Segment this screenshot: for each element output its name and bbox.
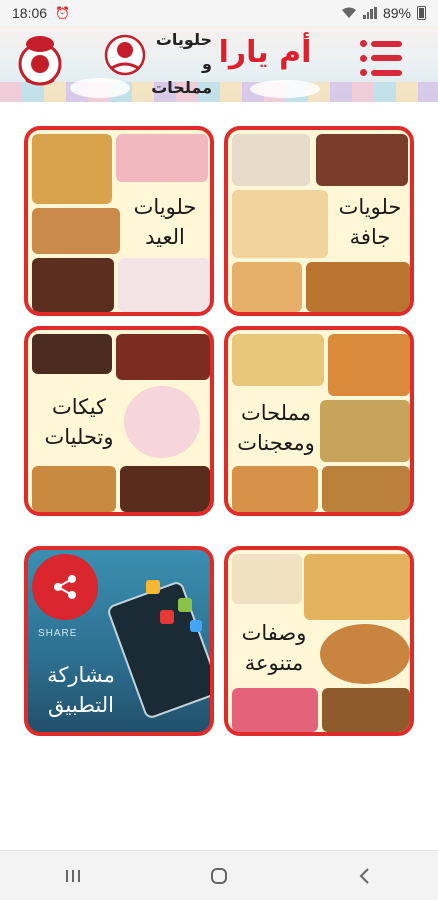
system-nav-bar bbox=[0, 850, 438, 900]
category-label: حلويات جافة bbox=[338, 195, 402, 249]
food-photo bbox=[120, 466, 210, 512]
header-plate bbox=[250, 80, 320, 98]
food-photo bbox=[116, 134, 208, 182]
app-subtitle: حلويات و مملحات bbox=[146, 28, 212, 100]
signal-icon bbox=[362, 7, 377, 19]
food-photo bbox=[232, 688, 318, 732]
food-photo bbox=[328, 334, 410, 396]
food-photo bbox=[320, 400, 410, 462]
food-photo bbox=[316, 134, 408, 186]
food-photo bbox=[232, 190, 328, 258]
food-photo bbox=[32, 134, 112, 204]
food-photo bbox=[232, 334, 324, 386]
home-icon[interactable] bbox=[199, 856, 239, 896]
battery-percent: 89% bbox=[382, 5, 411, 21]
food-photo bbox=[320, 624, 410, 684]
subtitle-line: و مملحات bbox=[151, 54, 212, 97]
category-label: حلويات العيد bbox=[133, 195, 197, 249]
food-photo bbox=[322, 466, 410, 512]
category-label: مملحات ومعجنات bbox=[237, 401, 315, 455]
food-photo bbox=[116, 334, 210, 380]
food-photo bbox=[322, 688, 410, 732]
back-icon[interactable] bbox=[345, 856, 385, 896]
share-app-card[interactable]: SHARE مشاركة التطبيق bbox=[24, 546, 214, 736]
share-icon bbox=[32, 554, 98, 620]
food-photo bbox=[304, 554, 410, 620]
food-photo bbox=[118, 258, 210, 312]
wifi-icon bbox=[341, 7, 356, 18]
food-photo bbox=[306, 262, 410, 312]
chef-logo bbox=[16, 34, 64, 88]
food-photo bbox=[32, 208, 120, 254]
recents-icon[interactable] bbox=[53, 856, 93, 896]
category-label: مشاركة التطبيق bbox=[47, 663, 115, 717]
app-icon-decoration bbox=[190, 620, 202, 632]
food-photo bbox=[32, 466, 116, 512]
food-photo bbox=[232, 554, 302, 604]
subtitle-line: حلويات bbox=[155, 30, 212, 49]
category-label: وصفات متنوعة bbox=[241, 621, 307, 675]
category-card-dry-sweets[interactable]: حلويات جافة bbox=[224, 126, 414, 316]
category-card-cakes-desserts[interactable]: كيكات وتحليات bbox=[24, 326, 214, 516]
brand-logo bbox=[104, 30, 146, 80]
category-card-savory-pastries[interactable]: مملحات ومعجنات bbox=[224, 326, 414, 516]
food-photo bbox=[124, 386, 200, 458]
food-photo bbox=[32, 334, 112, 374]
category-card-various-recipes[interactable]: وصفات متنوعة bbox=[224, 546, 414, 736]
app-icon-decoration bbox=[146, 580, 160, 594]
status-bar: 18:06 ⏰ 89% bbox=[0, 0, 438, 26]
app-icon-decoration bbox=[178, 598, 192, 612]
food-photo bbox=[32, 258, 114, 312]
app-icon-decoration bbox=[160, 610, 174, 624]
status-time: 18:06 bbox=[12, 5, 48, 21]
share-caption: SHARE bbox=[38, 628, 78, 639]
header-plate bbox=[70, 78, 130, 98]
food-photo bbox=[232, 466, 318, 512]
food-photo bbox=[232, 262, 302, 312]
app-header: حلويات و مملحات أم يارا bbox=[0, 26, 438, 102]
app-title: أم يارا bbox=[218, 35, 312, 70]
food-photo bbox=[232, 134, 310, 186]
battery-icon bbox=[417, 6, 426, 20]
header-decoration bbox=[0, 82, 438, 102]
category-card-eid-sweets[interactable]: حلويات العيد bbox=[24, 126, 214, 316]
category-label: كيكات وتحليات bbox=[44, 395, 114, 449]
menu-icon[interactable] bbox=[360, 40, 402, 76]
alarm-icon: ⏰ bbox=[55, 6, 70, 20]
